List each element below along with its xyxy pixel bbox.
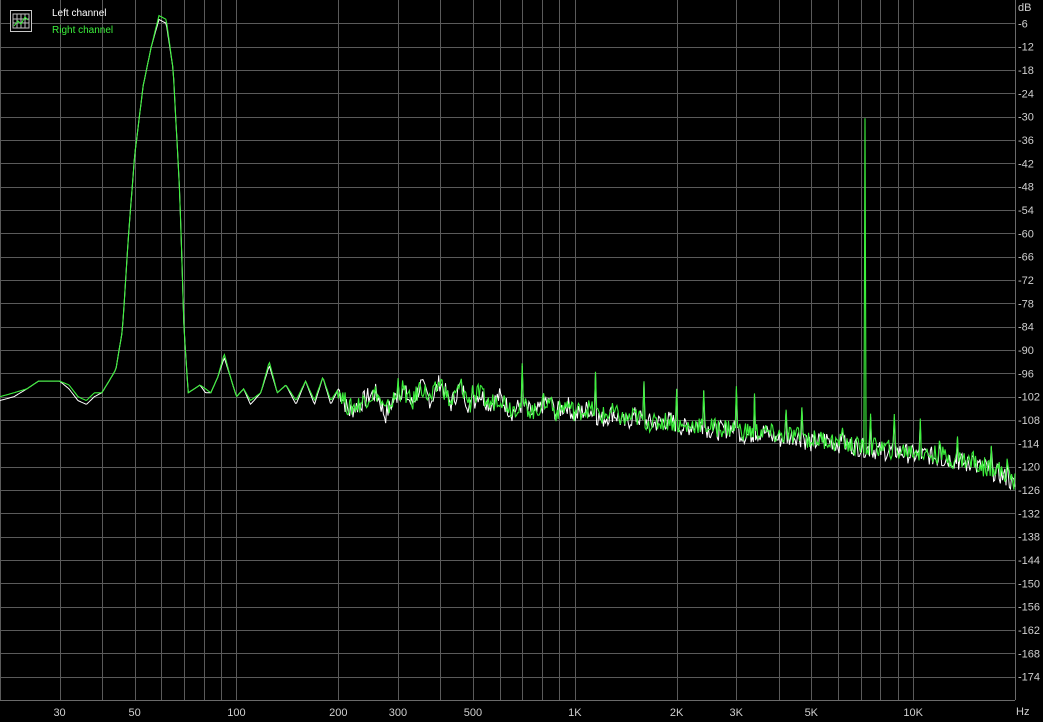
legend-right-channel: Right channel	[52, 25, 114, 36]
y-tick-label: -36	[1018, 135, 1034, 147]
x-tick-label: 50	[129, 707, 141, 719]
y-tick-label: -138	[1018, 532, 1040, 544]
x-tick-label: 200	[329, 707, 347, 719]
x-tick-label: 100	[227, 707, 245, 719]
y-tick-label: -108	[1018, 415, 1040, 427]
y-tick-label: -84	[1018, 322, 1034, 334]
y-tick-label: -156	[1018, 602, 1040, 614]
y-tick-label: -78	[1018, 298, 1034, 310]
y-tick-label: -174	[1018, 672, 1040, 684]
y-tick-label: -18	[1018, 65, 1034, 77]
legend-left-channel: Left channel	[52, 8, 107, 19]
y-tick-label: -12	[1018, 42, 1034, 54]
plot-background	[0, 0, 1043, 722]
x-tick-label: 2K	[670, 707, 684, 719]
spectrum-plot: 30 50 100 200 300 500 1K 2K 3K 5K 10K -6 -12 -18 -24 -…	[0, 0, 1043, 722]
y-tick-label: -48	[1018, 182, 1034, 194]
y-tick-label: -120	[1018, 462, 1040, 474]
y-tick-label: -102	[1018, 392, 1040, 404]
y-tick-label: -168	[1018, 648, 1040, 660]
y-tick-label: -54	[1018, 205, 1034, 217]
y-tick-label: -42	[1018, 158, 1034, 170]
y-tick-label: -66	[1018, 252, 1034, 264]
x-axis-unit: Hz	[1016, 706, 1030, 718]
x-tick-label: 3K	[730, 707, 744, 719]
y-tick-label: -90	[1018, 345, 1034, 357]
y-axis-unit: dB	[1018, 2, 1032, 14]
legend-icon[interactable]	[10, 10, 32, 32]
y-tick-label: -60	[1018, 228, 1034, 240]
y-tick-label: -150	[1018, 578, 1040, 590]
y-tick-label: -96	[1018, 368, 1034, 380]
y-tick-label: -30	[1018, 112, 1034, 124]
y-tick-label: -72	[1018, 275, 1034, 287]
x-tick-label: 300	[389, 707, 407, 719]
x-tick-label: 1K	[568, 707, 582, 719]
y-tick-label: -6	[1018, 18, 1028, 30]
y-tick-label: -144	[1018, 555, 1040, 567]
y-tick-label: -132	[1018, 508, 1040, 520]
y-tick-label: -24	[1018, 88, 1034, 100]
y-tick-label: -114	[1018, 438, 1039, 450]
x-tick-label: 10K	[903, 707, 923, 719]
x-tick-label: 5K	[805, 707, 819, 719]
x-tick-label: 500	[464, 707, 482, 719]
x-tick-label: 30	[53, 707, 65, 719]
y-tick-label: -162	[1018, 625, 1040, 637]
y-tick-label: -126	[1018, 485, 1040, 497]
